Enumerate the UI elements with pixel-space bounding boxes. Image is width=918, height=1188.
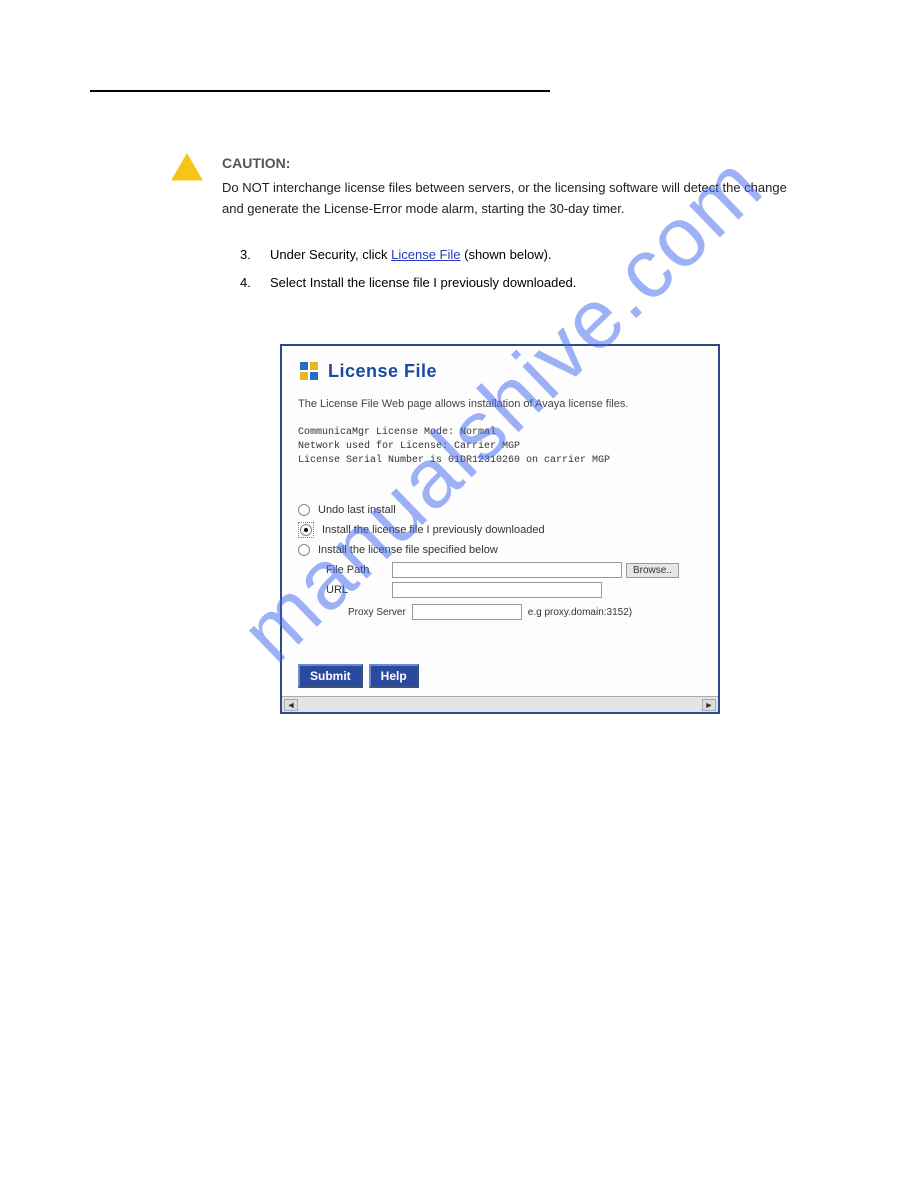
radio-label: Undo last install — [318, 504, 396, 516]
file-path-label: File Path — [326, 564, 392, 576]
radio-install-previously-downloaded[interactable]: Install the license file I previously do… — [298, 522, 702, 538]
step-4: 4. Select Install the license file I pre… — [240, 272, 828, 294]
radio-icon — [300, 524, 312, 536]
step-3: 3. Under Security, click License File (s… — [240, 244, 828, 266]
radio-install-specified-below[interactable]: Install the license file specified below — [298, 544, 702, 556]
step-number: 4. — [240, 272, 270, 294]
radio-label: Install the license file I previously do… — [322, 524, 545, 536]
dialog-title: License File — [328, 361, 437, 382]
step-text: Select Install the license file I previo… — [270, 272, 790, 294]
license-file-link[interactable]: License File — [391, 247, 460, 262]
license-status-block: CommunicaMgr License Mode: Normal Networ… — [298, 426, 702, 468]
radio-undo-last-install[interactable]: Undo last install — [298, 504, 702, 516]
url-input[interactable] — [392, 582, 602, 598]
radio-icon — [298, 504, 310, 516]
dialog-description: The License File Web page allows install… — [298, 398, 702, 410]
proxy-server-label: Proxy Server — [348, 607, 406, 618]
license-file-dialog: License File The License File Web page a… — [280, 344, 720, 714]
file-path-input[interactable] — [392, 562, 622, 578]
caution-text: Do NOT interchange license files between… — [222, 180, 787, 216]
caution-block: CAUTION: Do NOT interchange license file… — [170, 152, 828, 220]
step-text-before: Under Security, click — [270, 247, 391, 262]
scroll-left-icon[interactable]: ◄ — [284, 699, 298, 711]
section-rule — [90, 90, 550, 92]
app-logo-icon — [298, 360, 320, 382]
step-number: 3. — [240, 244, 270, 266]
caution-icon — [170, 152, 204, 182]
radio-label: Install the license file specified below — [318, 544, 498, 556]
caution-label: CAUTION: — [222, 152, 802, 174]
proxy-server-input[interactable] — [412, 604, 522, 620]
browse-button[interactable]: Browse.. — [626, 563, 679, 578]
radio-icon — [298, 544, 310, 556]
horizontal-scrollbar[interactable]: ◄ ► — [282, 696, 718, 712]
submit-button[interactable]: Submit — [298, 664, 363, 688]
step-text-after: (shown below). — [461, 247, 552, 262]
help-button[interactable]: Help — [369, 664, 419, 688]
url-label: URL — [326, 584, 392, 596]
scroll-right-icon[interactable]: ► — [702, 699, 716, 711]
proxy-hint: e.g proxy.domain:3152) — [528, 607, 632, 618]
